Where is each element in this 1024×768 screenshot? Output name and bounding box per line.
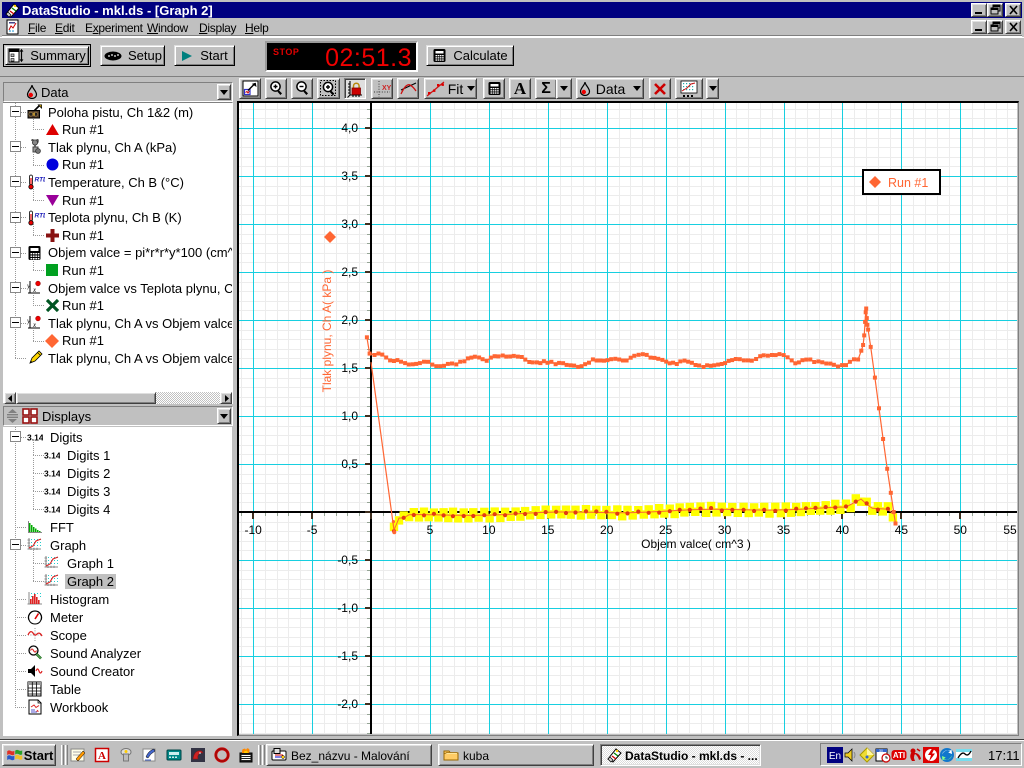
svg-text:3.14: 3.14 bbox=[27, 433, 43, 443]
svg-text:3.14: 3.14 bbox=[44, 469, 60, 479]
svg-text:RTD: RTD bbox=[35, 177, 46, 184]
svg-text:35: 35 bbox=[777, 523, 791, 537]
svg-text:2,5: 2,5 bbox=[341, 265, 358, 279]
svg-text:0,5: 0,5 bbox=[341, 457, 358, 471]
svg-text:30: 30 bbox=[879, 749, 883, 753]
svg-text:-1,0: -1,0 bbox=[337, 601, 358, 615]
svg-text:-0,5: -0,5 bbox=[337, 553, 358, 567]
svg-text:A: A bbox=[98, 750, 106, 762]
svg-text:55: 55 bbox=[1003, 523, 1017, 537]
svg-text:4,0: 4,0 bbox=[341, 121, 358, 135]
svg-text:1,0: 1,0 bbox=[341, 409, 358, 423]
svg-text:-1,5: -1,5 bbox=[337, 649, 358, 663]
svg-text:3.14: 3.14 bbox=[44, 451, 60, 461]
svg-text:20: 20 bbox=[600, 523, 614, 537]
svg-text:10: 10 bbox=[482, 523, 496, 537]
svg-text:3.14: 3.14 bbox=[44, 505, 60, 515]
svg-text:3.14: 3.14 bbox=[44, 487, 60, 497]
svg-text:3,0: 3,0 bbox=[341, 217, 358, 231]
svg-text:ATI: ATI bbox=[893, 751, 905, 760]
svg-text:RTD: RTD bbox=[35, 212, 46, 219]
svg-text:Tlak plynu, Ch A( kPa ): Tlak plynu, Ch A( kPa ) bbox=[320, 270, 334, 393]
svg-text:30: 30 bbox=[718, 523, 732, 537]
svg-text:3,5: 3,5 bbox=[341, 169, 358, 183]
svg-text:5: 5 bbox=[427, 523, 434, 537]
svg-text:Objem valce( cm^3 ): Objem valce( cm^3 ) bbox=[641, 537, 751, 551]
svg-text:-5: -5 bbox=[307, 523, 318, 537]
svg-text:50: 50 bbox=[954, 523, 968, 537]
svg-text:En: En bbox=[829, 751, 841, 762]
svg-text:40: 40 bbox=[836, 523, 850, 537]
svg-text:1,5: 1,5 bbox=[341, 361, 358, 375]
svg-text:Run #1: Run #1 bbox=[888, 176, 928, 190]
svg-text:-10: -10 bbox=[244, 523, 262, 537]
svg-text:XY: XY bbox=[382, 85, 391, 92]
svg-text:-2,0: -2,0 bbox=[337, 697, 358, 711]
svg-text:2,0: 2,0 bbox=[341, 313, 358, 327]
svg-text:25: 25 bbox=[659, 523, 673, 537]
svg-text:15: 15 bbox=[541, 523, 555, 537]
